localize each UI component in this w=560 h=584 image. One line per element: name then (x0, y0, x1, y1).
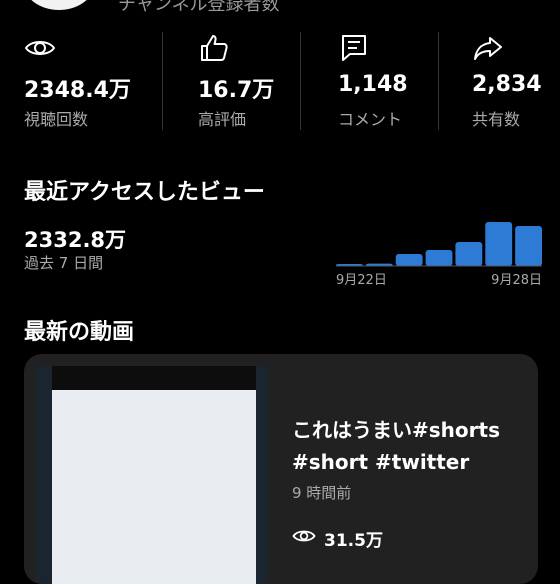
channel-subtitle: チャンネル登録者数 (118, 0, 280, 15)
chart-tick-label: 9月22日 (336, 273, 387, 288)
latest-video-card[interactable]: これはうまい#shorts #short #twitter 9 時間前 31.5… (24, 354, 538, 584)
eye-icon (24, 41, 56, 55)
stat-likes-label: 高評価 (198, 110, 247, 129)
video-thumbnail[interactable] (36, 366, 268, 584)
eye-icon (292, 530, 316, 542)
stat-comments-label: コメント (338, 110, 403, 129)
stat-shares-label: 共有数 (472, 110, 521, 129)
chart-bar (485, 222, 513, 266)
thumbnail-header-bar (52, 366, 256, 392)
stats-row: 2348.4万 視聴回数 16.7万 高評価 1,148 コメント 2,834 … (0, 28, 560, 138)
stat-views[interactable]: 2348.4万 視聴回数 (24, 28, 164, 138)
stat-comments-value: 1,148 (338, 72, 408, 97)
thumbs-up-icon (201, 35, 228, 61)
divider (162, 32, 163, 130)
chart-bar (425, 250, 453, 266)
video-age: 9 時間前 (292, 484, 352, 502)
video-views-value: 31.5万 (324, 531, 383, 551)
comment-icon (342, 35, 366, 61)
stat-likes-value: 16.7万 (198, 78, 275, 103)
channel-header: チャンネル登録者数 (0, 0, 560, 15)
stat-views-label: 視聴回数 (24, 110, 89, 129)
stat-comments[interactable]: 1,148 コメント (338, 28, 478, 138)
share-icon (474, 37, 502, 60)
divider (300, 32, 301, 130)
stat-likes[interactable]: 16.7万 高評価 (198, 28, 338, 138)
stat-shares-value: 2,834 (472, 72, 542, 97)
recent-views-value: 2332.8万 (24, 228, 127, 252)
video-title[interactable]: これはうまい#shorts #short #twitter (292, 414, 522, 478)
recent-views-title: 最近アクセスしたビュー (24, 180, 265, 205)
channel-avatar[interactable] (24, 0, 94, 10)
divider (438, 32, 439, 130)
chart-bar (455, 242, 483, 266)
chart-bar (515, 226, 542, 266)
latest-videos-title: 最新の動画 (24, 320, 135, 345)
recent-views-chart[interactable]: 9月22日 9月28日 (336, 212, 542, 292)
stat-shares[interactable]: 2,834 共有数 (472, 28, 560, 138)
chart-bar (395, 254, 423, 266)
thumbnail-screenshot (52, 390, 256, 584)
chart-tick-label: 9月28日 (491, 273, 542, 288)
recent-views-period: 過去 7 日間 (24, 254, 104, 272)
stat-views-value: 2348.4万 (24, 78, 131, 103)
